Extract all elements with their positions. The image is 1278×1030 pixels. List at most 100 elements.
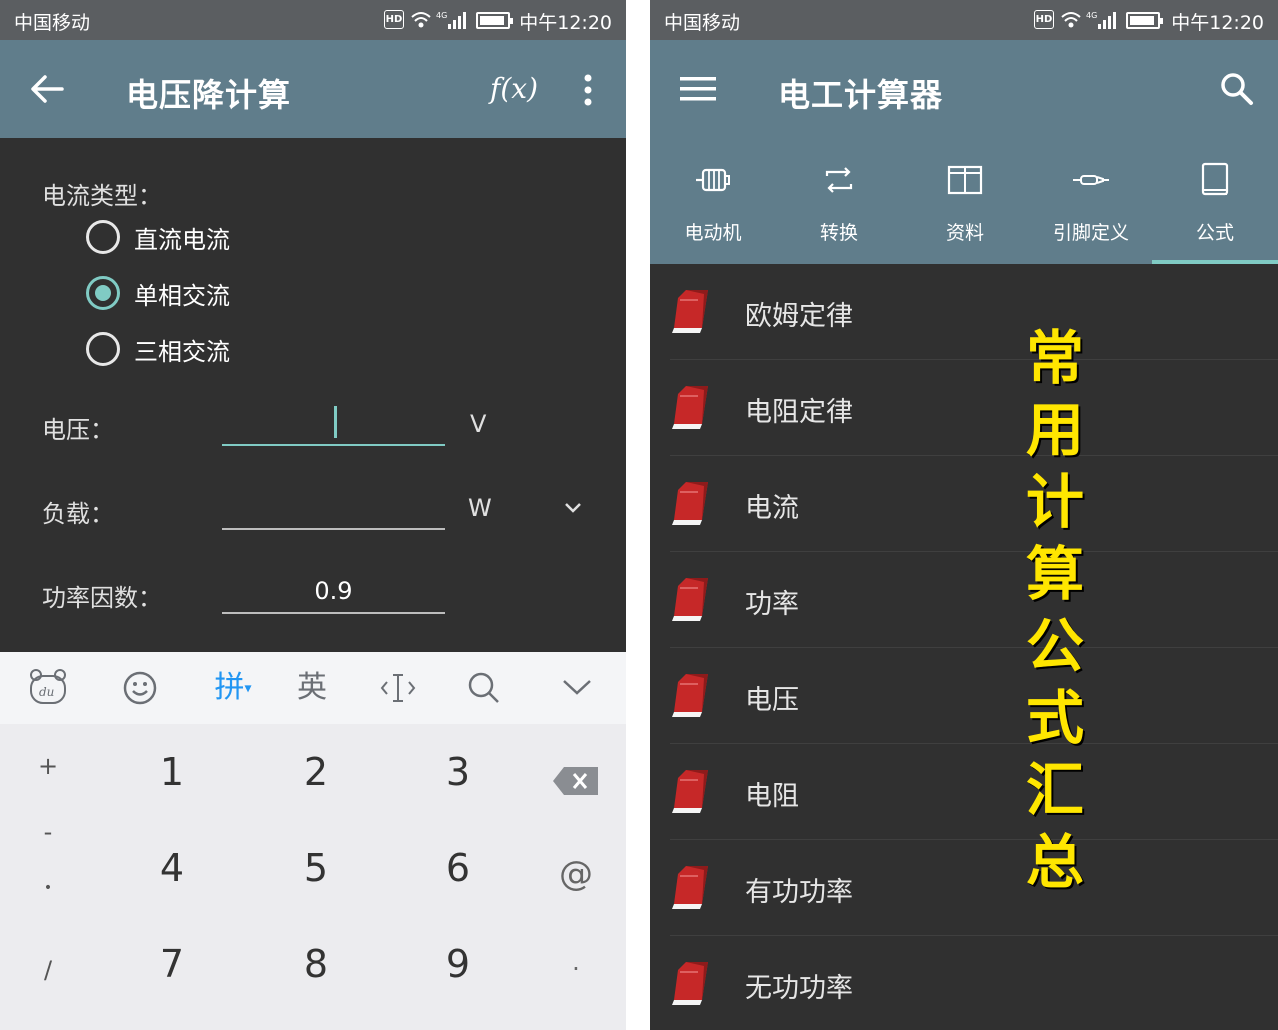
emoji-icon[interactable] — [122, 670, 158, 706]
list-item[interactable]: 无功功率 — [650, 936, 1278, 1030]
tab-label: 公式 — [1195, 222, 1234, 244]
search-icon[interactable] — [466, 670, 502, 706]
radio-label: 三相交流 — [134, 338, 230, 366]
hamburger-icon[interactable] — [680, 76, 716, 102]
key-9[interactable]: 9 — [428, 942, 488, 986]
search-icon[interactable] — [1220, 72, 1254, 106]
carrier-label: 中国移动 — [14, 12, 91, 34]
tab-label: 引脚定义 — [1052, 222, 1129, 244]
app-title: 电工计算器 — [778, 76, 944, 114]
list-item-label: 功率 — [745, 589, 799, 620]
tab-label: 转换 — [819, 222, 858, 244]
key-6[interactable]: 6 — [428, 846, 488, 890]
tab-motor[interactable]: 电动机 — [650, 138, 776, 264]
key-2[interactable]: 2 — [286, 750, 346, 794]
wifi-icon — [411, 12, 431, 28]
load-label: 负载： — [42, 500, 114, 528]
chevron-down-icon[interactable] — [564, 502, 582, 514]
wifi-icon — [1061, 12, 1081, 28]
load-input[interactable] — [222, 484, 445, 530]
status-bar: 中国移动 HD 4G 中午12:20 — [0, 0, 626, 40]
du-label: du — [39, 685, 54, 699]
english-key[interactable]: 英 — [290, 666, 334, 710]
radio-circle[interactable] — [86, 220, 120, 254]
tab-pin-definition[interactable]: 引脚定义 — [1028, 138, 1154, 264]
period-key[interactable]: . — [546, 948, 606, 976]
tab-convert[interactable]: 转换 — [776, 138, 902, 264]
load-unit[interactable]: W — [468, 494, 492, 522]
motor-icon — [696, 168, 730, 192]
list-item[interactable]: 电阻定律 — [650, 360, 1278, 456]
dot-key[interactable]: • — [30, 880, 66, 896]
plus-key[interactable]: + — [30, 752, 66, 780]
list-item-label: 电流 — [745, 493, 799, 524]
left-phone-screen: 中国移动 HD 4G 中午12:20 电压降计算 f(x) 电流类型： 直流电流… — [0, 0, 626, 1030]
network-label: 4G — [436, 11, 447, 20]
key-7[interactable]: 7 — [142, 942, 202, 986]
list-item-label: 电压 — [745, 685, 799, 716]
list-item[interactable]: 电阻 — [650, 744, 1278, 840]
app-bar: 电压降计算 f(x) — [0, 40, 626, 138]
overlay-char: 汇 — [1025, 756, 1084, 824]
battery-icon — [1126, 12, 1163, 29]
at-key[interactable]: @ — [546, 854, 606, 894]
list-item[interactable]: 电流 — [650, 456, 1278, 552]
book-icon — [1201, 162, 1229, 196]
text-cursor — [334, 406, 337, 438]
key-5[interactable]: 5 — [286, 846, 346, 890]
list-item-label: 电阻定律 — [745, 397, 853, 428]
cursor-move-icon[interactable] — [380, 672, 416, 704]
radio-label: 单相交流 — [134, 282, 230, 310]
key-8[interactable]: 8 — [286, 942, 346, 986]
hd-icon: HD — [1034, 10, 1054, 29]
signal-icon: 4G — [436, 11, 466, 29]
red-book-icon — [672, 962, 708, 1005]
overlay-caption: 常 用 计 算 公 式 汇 总 — [1020, 322, 1090, 898]
minus-key[interactable]: - — [30, 818, 66, 846]
red-book-icon — [672, 386, 708, 429]
signal-icon: 4G — [1086, 11, 1116, 29]
tab-data[interactable]: 资料 — [902, 138, 1028, 264]
status-icons: HD 4G — [384, 10, 514, 30]
key-3[interactable]: 3 — [428, 750, 488, 794]
power-factor-input[interactable]: 0.9 — [222, 568, 445, 614]
radio-circle[interactable] — [86, 332, 120, 366]
status-bar: 中国移动 HD 4G 中午12:20 — [650, 0, 1278, 40]
red-book-icon — [672, 482, 708, 525]
keyboard-toolbar: du 拼▾ 英 — [0, 652, 626, 724]
backspace-icon[interactable] — [552, 766, 600, 796]
du-bear-icon[interactable]: du — [28, 668, 68, 706]
overlay-char: 计 — [1025, 468, 1084, 536]
app-bar: 电工计算器 — [650, 40, 1278, 138]
tab-label: 资料 — [945, 222, 984, 244]
list-item[interactable]: 有功功率 — [650, 840, 1278, 936]
overlay-char: 总 — [1025, 828, 1084, 896]
book-open-icon — [947, 165, 983, 195]
pinyin-key[interactable]: 拼▾ — [206, 666, 260, 710]
hd-icon: HD — [384, 10, 404, 29]
status-icons: HD 4G — [1034, 10, 1164, 30]
battery-icon — [476, 12, 513, 29]
red-book-icon — [672, 290, 708, 333]
list-item[interactable]: 电压 — [650, 648, 1278, 744]
key-1[interactable]: 1 — [142, 750, 202, 794]
more-vert-icon[interactable] — [582, 74, 594, 106]
list-item[interactable]: 欧姆定律 — [650, 264, 1278, 360]
carrier-label: 中国移动 — [664, 12, 741, 34]
slash-key[interactable]: / — [30, 956, 66, 984]
arrow-left-icon[interactable] — [30, 74, 64, 104]
tab-formula[interactable]: 公式 — [1152, 138, 1278, 264]
category-tabs: 电动机 转换 资料 引脚定义 公式 — [650, 138, 1278, 264]
red-book-icon — [672, 674, 708, 717]
clock: 中午12:20 — [519, 12, 612, 34]
radio-circle-checked[interactable] — [86, 276, 120, 310]
key-4[interactable]: 4 — [142, 846, 202, 890]
collapse-icon[interactable] — [562, 678, 592, 696]
function-button[interactable]: f(x) — [490, 72, 538, 105]
list-item-label: 欧姆定律 — [745, 301, 853, 332]
current-type-label: 电流类型： — [42, 182, 162, 210]
connector-icon — [1073, 175, 1109, 185]
list-item[interactable]: 功率 — [650, 552, 1278, 648]
power-factor-label: 功率因数： — [42, 584, 162, 612]
overlay-char: 用 — [1025, 396, 1084, 464]
